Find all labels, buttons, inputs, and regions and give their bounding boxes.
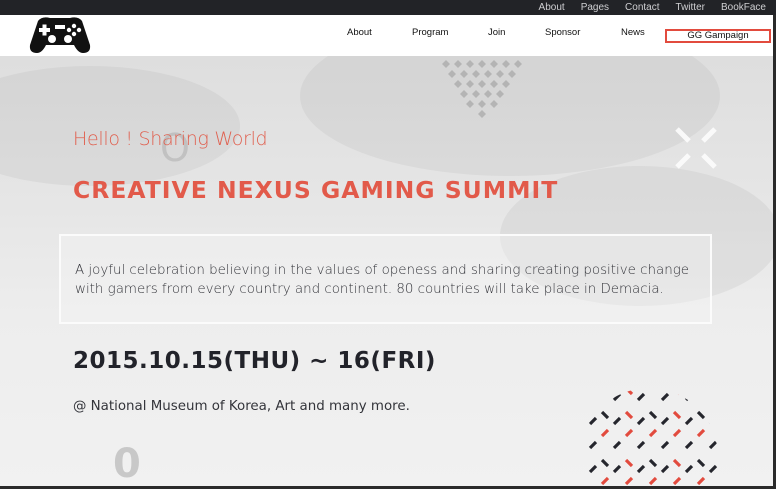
- event-venue: @ National Museum of Korea, Art and many…: [73, 399, 410, 414]
- top-link-about[interactable]: About: [539, 0, 565, 15]
- top-link-pages[interactable]: Pages: [581, 0, 609, 15]
- background-shape: [0, 66, 240, 186]
- event-date: 2015.10.15(THU) ~ 16(FRI): [73, 348, 436, 374]
- diamond-pattern-decoration: [442, 60, 522, 118]
- hero-section: O 0 Hello ! Sharing World CREATIVE NEXUS…: [0, 56, 776, 486]
- nav-join[interactable]: Join: [488, 27, 505, 38]
- nav-program[interactable]: Program: [412, 27, 448, 38]
- top-utility-bar: About Pages Contact Twitter BookFace: [0, 0, 776, 15]
- top-link-twitter[interactable]: Twitter: [676, 0, 705, 15]
- top-link-bookface[interactable]: BookFace: [721, 0, 766, 15]
- dash-pattern-decoration: [588, 388, 718, 486]
- event-description: A joyful celebration believing in the va…: [75, 263, 689, 297]
- page-title: CREATIVE NEXUS GAMING SUMMIT: [73, 176, 559, 204]
- decorative-zero: 0: [113, 441, 141, 486]
- gamepad-icon[interactable]: [28, 15, 92, 55]
- gg-campaign-button[interactable]: GG Gampaign: [665, 29, 771, 43]
- nav-news[interactable]: News: [621, 27, 645, 38]
- nav-about[interactable]: About: [347, 27, 372, 38]
- top-link-contact[interactable]: Contact: [625, 0, 659, 15]
- nav-sponsor[interactable]: Sponsor: [545, 27, 580, 38]
- description-box: A joyful celebration believing in the va…: [59, 234, 712, 324]
- main-navbar: About Program Join Sponsor News GG Gampa…: [0, 15, 776, 56]
- hero-greeting: Hello ! Sharing World: [73, 128, 268, 150]
- top-links: About Pages Contact Twitter BookFace: [539, 0, 766, 15]
- x-mark-icon: [675, 127, 717, 169]
